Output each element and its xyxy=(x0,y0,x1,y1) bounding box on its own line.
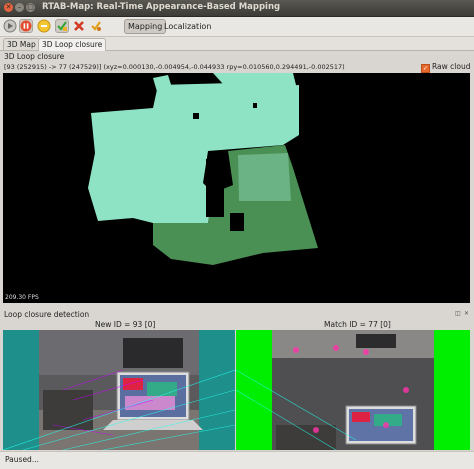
delete-icon[interactable] xyxy=(72,19,86,33)
point-cloud-render xyxy=(88,73,318,265)
match-id-label: Match ID = 77 [0] xyxy=(324,320,391,329)
play-icon[interactable] xyxy=(3,19,17,33)
matched-cloud xyxy=(238,153,291,201)
pause-icon[interactable] xyxy=(37,19,51,33)
match-camera-image xyxy=(236,330,434,450)
tab-bar: 3D Map 3D Loop closure xyxy=(0,37,474,51)
status-bar: Paused... xyxy=(0,451,474,469)
tab-3d-map[interactable]: 3D Map xyxy=(3,38,40,50)
add-check-icon[interactable] xyxy=(55,19,69,33)
dock-float-icon[interactable]: ◫ xyxy=(455,310,461,317)
title-bar: ✕ – □ RTAB-Map: Real-Time Appearance-Bas… xyxy=(0,0,474,17)
toolbar: Mapping Localization xyxy=(0,17,474,37)
fps-counter: 209.30 FPS xyxy=(5,294,39,301)
dock-close-icon[interactable]: ✕ xyxy=(464,310,469,317)
close-icon[interactable]: ✕ xyxy=(4,3,13,12)
cloud-hole xyxy=(193,113,199,119)
3d-cloud-view[interactable]: 209.30 FPS xyxy=(3,73,470,303)
minimize-icon[interactable]: – xyxy=(15,3,24,12)
mapping-mode-button[interactable]: Mapping xyxy=(124,19,167,34)
maximize-icon[interactable]: □ xyxy=(26,3,35,12)
stop-icon[interactable] xyxy=(19,19,33,33)
raw-cloud-checkbox[interactable]: ✓ Raw cloud xyxy=(421,62,470,73)
status-text: Paused... xyxy=(5,455,39,464)
check-icon: ✓ xyxy=(421,64,430,73)
tab-3d-loop-closure[interactable]: 3D Loop closure xyxy=(38,38,107,51)
cloud-hole xyxy=(230,213,244,231)
new-id-label: New ID = 93 [0] xyxy=(95,320,156,329)
cloud-hole xyxy=(206,159,224,217)
loop-view-title: 3D Loop closure xyxy=(4,52,65,61)
loop-transform-info: [93 (252915) -> 77 (247529)] (xyz=0.0001… xyxy=(4,63,345,71)
trigger-icon[interactable] xyxy=(89,19,103,33)
window-title: RTAB-Map: Real-Time Appearance-Based Map… xyxy=(42,2,281,12)
loop-detection-title: Loop closure detection xyxy=(4,310,90,319)
new-image-view[interactable] xyxy=(3,330,235,450)
localization-mode-button[interactable]: Localization xyxy=(164,20,211,33)
match-image-view[interactable] xyxy=(236,330,470,450)
raw-cloud-label: Raw cloud xyxy=(432,62,471,71)
cloud-hole xyxy=(253,103,257,108)
new-camera-image xyxy=(3,330,235,450)
